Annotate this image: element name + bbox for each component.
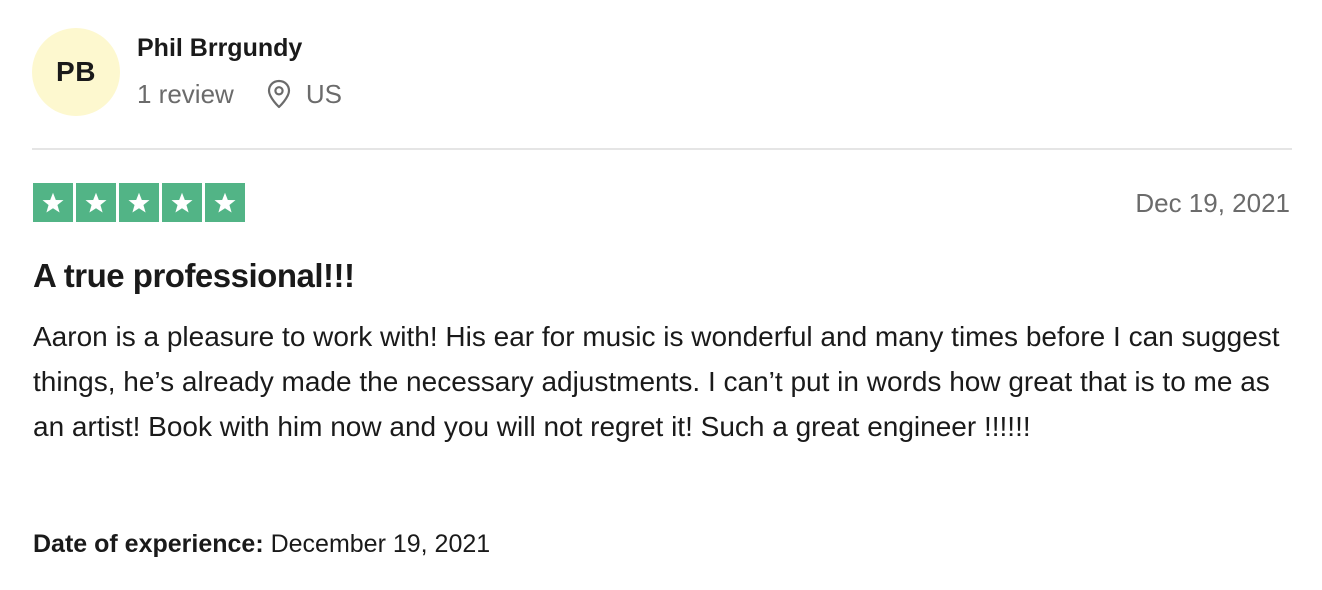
review-text: Aaron is a pleasure to work with! His ea… (33, 321, 1280, 442)
star-icon (119, 183, 159, 222)
location-pin-icon (266, 79, 292, 109)
avatar[interactable]: PB (32, 28, 120, 116)
review-count: 1 review (137, 78, 234, 109)
star-rating (33, 183, 245, 222)
star-icon (33, 183, 73, 222)
date-of-experience: Date of experience: December 19, 2021 (33, 528, 490, 560)
consumer-location: US (305, 78, 342, 109)
review-card: PB Phil Brrgundy 1 review US Dec 19, 202… (0, 0, 1322, 590)
star-icon (76, 183, 116, 222)
consumer-name[interactable]: Phil Brrgundy (137, 32, 302, 64)
experience-date: December 19, 2021 (270, 530, 491, 558)
review-date: Dec 19, 2021 (1135, 188, 1290, 218)
divider (32, 148, 1292, 150)
star-icon (162, 183, 202, 222)
star-icon (205, 183, 245, 222)
consumer-meta: 1 review US (137, 77, 342, 111)
experience-label: Date of experience: (33, 530, 264, 558)
review-title[interactable]: A true professional!!! (33, 256, 355, 296)
